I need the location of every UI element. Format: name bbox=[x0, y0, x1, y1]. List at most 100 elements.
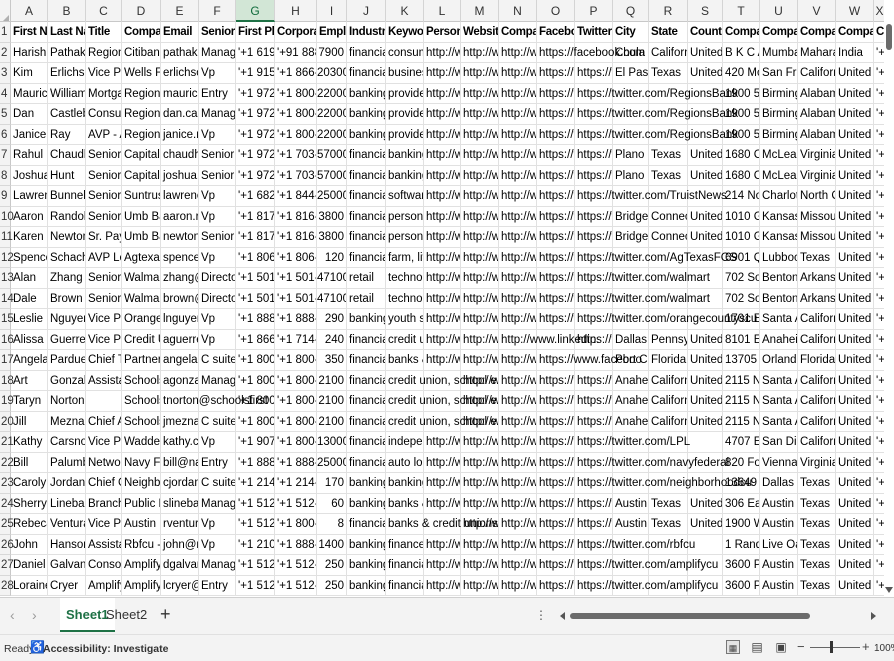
table-cell[interactable]: Mortgage bbox=[86, 83, 122, 104]
table-cell[interactable]: '+1 800-73 bbox=[275, 124, 317, 145]
table-cell[interactable]: https://fac bbox=[537, 268, 575, 289]
row-number[interactable]: 20 bbox=[0, 411, 14, 432]
table-cell[interactable]: 3600 Parm bbox=[723, 575, 760, 596]
zoom-slider[interactable] bbox=[810, 647, 860, 648]
table-cell[interactable]: United Sta bbox=[836, 575, 874, 596]
table-cell[interactable]: Brown bbox=[48, 288, 86, 309]
table-cell[interactable]: '+1 bbox=[874, 555, 884, 576]
table-cell[interactable]: Florida bbox=[649, 350, 688, 371]
table-cell[interactable]: '+91 88857 bbox=[275, 42, 317, 63]
row-number[interactable]: 14 bbox=[0, 288, 14, 309]
table-cell[interactable]: '+1 512-47 bbox=[236, 493, 275, 514]
table-cell[interactable]: '+1 714-99 bbox=[275, 329, 317, 350]
table-cell[interactable]: banks & credit unions bbox=[386, 514, 498, 535]
table-cell[interactable]: financial se bbox=[347, 350, 386, 371]
table-cell[interactable]: '+1 800-46 bbox=[236, 370, 275, 391]
table-cell[interactable]: http://ww bbox=[424, 104, 461, 125]
table-cell[interactable]: Florida bbox=[798, 350, 836, 371]
table-cell[interactable]: financial se bbox=[347, 227, 386, 248]
table-cell[interactable]: chaudhary bbox=[161, 145, 199, 166]
table-cell[interactable]: Jill bbox=[11, 411, 48, 432]
column-title-cell[interactable]: State bbox=[649, 22, 688, 43]
table-cell[interactable]: '+1 512-83 bbox=[275, 575, 317, 596]
table-cell[interactable]: McLean bbox=[760, 145, 798, 166]
table-cell[interactable]: http://ww bbox=[424, 309, 461, 330]
table-cell[interactable]: Rbfcu - Ser bbox=[122, 534, 161, 555]
table-cell[interactable]: https://fac bbox=[537, 165, 575, 186]
table-cell[interactable]: 214 North bbox=[723, 186, 760, 207]
table-cell[interactable]: Walmart bbox=[122, 268, 161, 289]
table-cell[interactable]: retail bbox=[347, 268, 386, 289]
table-cell[interactable]: '+1 bbox=[874, 432, 884, 453]
table-cell[interactable]: '+1 501-27 bbox=[236, 288, 275, 309]
table-cell[interactable]: Chief Audi bbox=[86, 411, 122, 432]
vertical-scroll-thumb[interactable] bbox=[886, 24, 892, 50]
table-cell[interactable]: financial se bbox=[347, 63, 386, 84]
table-cell[interactable]: Kansas Cit bbox=[760, 206, 798, 227]
column-header-l[interactable]: L bbox=[424, 0, 461, 22]
table-cell[interactable]: Alan bbox=[11, 268, 48, 289]
table-cell[interactable]: '+1 800-73 bbox=[275, 83, 317, 104]
table-cell[interactable]: http://ww bbox=[499, 370, 537, 391]
table-cell[interactable]: Alabama bbox=[798, 104, 836, 125]
table-cell[interactable]: http://ww bbox=[424, 165, 461, 186]
table-cell[interactable]: Assistant V bbox=[86, 534, 122, 555]
table-cell[interactable]: Vice Presic bbox=[86, 63, 122, 84]
table-cell[interactable]: credit unio bbox=[386, 329, 424, 350]
table-cell[interactable]: financial se bbox=[347, 514, 386, 535]
table-cell[interactable]: financial se bbox=[347, 411, 386, 432]
table-cell[interactable]: Senior bbox=[199, 165, 236, 186]
table-cell[interactable]: http://ww bbox=[461, 63, 499, 84]
table-cell[interactable]: United Sta bbox=[836, 370, 874, 391]
column-header-r[interactable]: R bbox=[649, 0, 688, 22]
table-cell[interactable]: Orange Co bbox=[122, 309, 161, 330]
table-cell[interactable]: Virginia bbox=[798, 452, 836, 473]
row-number[interactable]: 4 bbox=[0, 83, 11, 104]
column-title-cell[interactable]: Company bbox=[122, 22, 161, 43]
row-number[interactable]: 2 bbox=[0, 42, 11, 63]
table-cell[interactable]: Credit Uni bbox=[122, 329, 161, 350]
column-header-q[interactable]: Q bbox=[613, 0, 649, 22]
table-cell[interactable]: Dan bbox=[11, 104, 48, 125]
table-cell[interactable]: banks & cr bbox=[386, 350, 424, 371]
table-cell[interactable]: banks & cr bbox=[386, 493, 424, 514]
table-cell[interactable]: Manager bbox=[199, 42, 236, 63]
table-cell[interactable]: financial se bbox=[386, 575, 424, 596]
table-cell[interactable]: Vice Presic bbox=[86, 514, 122, 535]
table-cell[interactable]: 2100 bbox=[317, 370, 347, 391]
table-cell[interactable]: http://ww bbox=[499, 411, 537, 432]
next-sheet-icon[interactable]: › bbox=[32, 607, 37, 623]
table-cell[interactable]: https://facebook.com bbox=[537, 42, 645, 63]
table-cell[interactable]: http://ww bbox=[499, 268, 537, 289]
table-cell[interactable]: Manager bbox=[199, 104, 236, 125]
table-cell[interactable]: '+1 210-94 bbox=[236, 534, 275, 555]
column-title-cell[interactable]: City bbox=[613, 22, 649, 43]
table-cell[interactable]: 1 Randolph bbox=[723, 534, 760, 555]
table-cell[interactable]: dgalvan@a bbox=[161, 555, 199, 576]
row-number[interactable]: 28 bbox=[0, 575, 14, 596]
table-cell[interactable]: zhang@wa bbox=[161, 268, 199, 289]
table-cell[interactable]: '+1 866-28 bbox=[236, 329, 275, 350]
table-cell[interactable]: '+1 806-74 bbox=[275, 247, 317, 268]
table-cell[interactable]: Navy Fede bbox=[122, 452, 161, 473]
table-cell[interactable]: 3800 bbox=[317, 206, 347, 227]
table-cell[interactable]: '+1 800-46 bbox=[236, 411, 275, 432]
table-cell[interactable]: Public Emp bbox=[122, 493, 161, 514]
table-cell[interactable]: https://twitter.com/orangecountyscu bbox=[575, 309, 757, 330]
table-cell[interactable]: spencer.sc bbox=[161, 247, 199, 268]
table-cell[interactable]: Regional G bbox=[86, 42, 122, 63]
table-cell[interactable]: Senior Dire bbox=[86, 268, 122, 289]
table-cell[interactable]: http://ww bbox=[499, 391, 537, 412]
table-cell[interactable]: California bbox=[798, 391, 836, 412]
table-cell[interactable]: 57000 bbox=[317, 165, 347, 186]
table-cell[interactable]: financial se bbox=[347, 145, 386, 166]
column-title-cell[interactable]: Employe bbox=[317, 22, 347, 43]
table-cell[interactable]: Anaheim bbox=[760, 329, 798, 350]
table-cell[interactable]: 306 East 1 bbox=[723, 493, 760, 514]
table-cell[interactable]: farm, lives bbox=[386, 247, 424, 268]
table-cell[interactable]: Amplify Cr bbox=[122, 555, 161, 576]
table-cell[interactable]: Austin bbox=[760, 493, 798, 514]
table-cell[interactable]: financial se bbox=[347, 370, 386, 391]
column-title-cell[interactable]: Title bbox=[86, 22, 122, 43]
table-cell[interactable]: https://fac bbox=[537, 124, 575, 145]
